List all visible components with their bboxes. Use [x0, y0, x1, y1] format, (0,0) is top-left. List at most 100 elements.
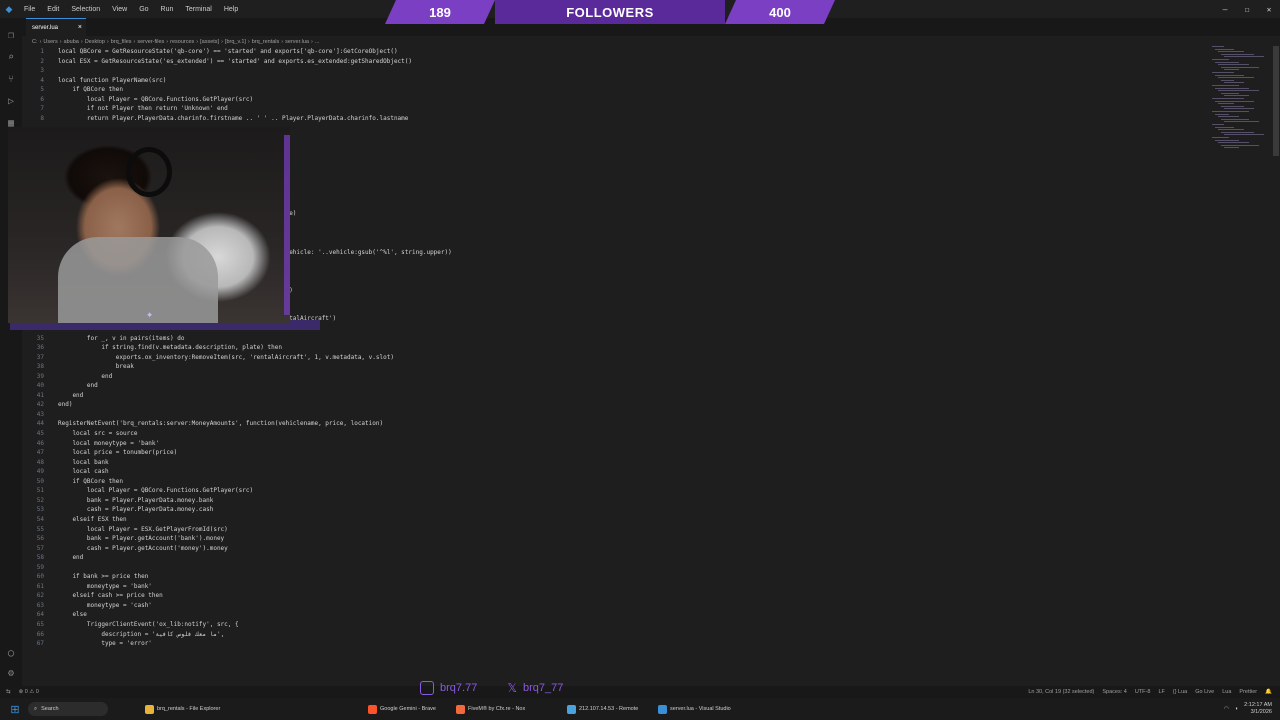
breadcrumb-item[interactable]: ... [315, 39, 320, 45]
breadcrumb-item[interactable]: server-files [137, 39, 164, 45]
lua-server[interactable]: Lua [1222, 689, 1231, 695]
line-number: 6 [40, 95, 44, 103]
code-line[interactable]: 46 local moneytype = 'bank' [22, 439, 1212, 449]
run-debug-icon[interactable]: ▷ [4, 94, 18, 108]
code-line[interactable]: 8 return Player.PlayerData.charinfo.firs… [22, 114, 1212, 124]
language-mode[interactable]: {} Lua [1173, 689, 1187, 695]
code-line[interactable]: 2 local ESX = GetResourceState('es_extend… [22, 57, 1212, 67]
code-line[interactable]: 1 local QBCore = GetResourceState('qb-cor… [22, 47, 1212, 57]
remote-icon[interactable]: ⇆ [6, 689, 11, 695]
breadcrumb-item[interactable]: Users [43, 39, 57, 45]
encoding[interactable]: UTF-8 [1135, 689, 1151, 695]
code-line[interactable]: 50 if QBCore then [22, 477, 1212, 487]
code-line[interactable]: 45 local src = source [22, 429, 1212, 439]
notifications-bell-icon[interactable]: 🔔 [1265, 689, 1272, 695]
taskbar-app[interactable]: Google Gemini - Brave [368, 701, 436, 717]
taskbar-app[interactable]: brq_rentals - File Explorer [145, 701, 220, 717]
settings-gear-icon[interactable]: ⚙ [4, 666, 18, 680]
line-ending[interactable]: LF [1158, 689, 1164, 695]
minimize-icon[interactable]: — [1214, 0, 1236, 18]
taskbar-app[interactable]: FiveM® by Cfx.re - Nox [456, 701, 525, 717]
code-line[interactable]: 66 description = 'ما معك فلوس كافية', [22, 630, 1212, 640]
account-icon[interactable]: ◯ [4, 646, 18, 660]
menu-go[interactable]: Go [133, 6, 154, 13]
menu-selection[interactable]: Selection [65, 6, 106, 13]
source-control-icon[interactable]: ⑂ [4, 72, 18, 86]
taskbar-app[interactable]: server.lua - Visual Studio [658, 701, 731, 717]
code-text: local price = tonumber(price) [58, 449, 178, 457]
code-line[interactable]: 54 elseif ESX then [22, 515, 1212, 525]
breadcrumb-item[interactable]: server.lua [285, 39, 309, 45]
menu-view[interactable]: View [106, 6, 133, 13]
breadcrumb-item[interactable]: abuba [64, 39, 79, 45]
cursor-position[interactable]: Ln 30, Col 19 (32 selected) [1028, 689, 1094, 695]
code-line[interactable]: 48 local bank [22, 458, 1212, 468]
go-live[interactable]: Go Live [1195, 689, 1214, 695]
minimap[interactable] [1212, 46, 1270, 166]
breadcrumb-item[interactable]: Desktop [85, 39, 105, 45]
maximize-icon[interactable]: ☐ [1236, 0, 1258, 18]
taskbar-search[interactable]: ⌕ Search [28, 702, 108, 716]
code-line[interactable]: 4 local function PlayerName(src) [22, 76, 1212, 86]
code-line[interactable]: 57 cash = Player.getAccount('money').mon… [22, 544, 1212, 554]
menu-run[interactable]: Run [155, 6, 180, 13]
volume-icon[interactable]: ◖ [1235, 706, 1238, 712]
problems-count[interactable]: ⊗ 0 ⚠ 0 [19, 689, 39, 695]
code-line[interactable]: 56 bank = Player.getAccount('bank').mone… [22, 534, 1212, 544]
tab-server-lua[interactable]: server.lua × [26, 18, 86, 36]
search-icon[interactable]: ⌕ [4, 50, 18, 64]
close-window-icon[interactable]: ✕ [1258, 0, 1280, 18]
prettier[interactable]: Prettier [1239, 689, 1257, 695]
menu-help[interactable]: Help [218, 6, 244, 13]
breadcrumb-item[interactable]: C: [32, 39, 38, 45]
code-line[interactable]: 55 local Player = ESX.GetPlayerFromId(sr… [22, 525, 1212, 535]
code-line[interactable]: 42 end) [22, 400, 1212, 410]
code-line[interactable]: 53 cash = Player.PlayerData.money.cash [22, 505, 1212, 515]
clock[interactable]: 2:12:17 AM 3/1/2026 [1244, 702, 1272, 716]
code-text: local ESX = GetResourceState('es_extende… [58, 57, 413, 65]
code-line[interactable]: 58 end [22, 553, 1212, 563]
code-line[interactable]: 49 local cash [22, 467, 1212, 477]
taskbar-app[interactable]: 212.107.14.53 - Remote [567, 701, 638, 717]
code-line[interactable]: 41 end [22, 391, 1212, 401]
menu-edit[interactable]: Edit [41, 6, 65, 13]
code-line[interactable]: 60 if bank >= price then [22, 572, 1212, 582]
code-line[interactable]: 52 bank = Player.PlayerData.money.bank [22, 496, 1212, 506]
code-text: bank = Player.PlayerData.money.bank [58, 496, 214, 504]
code-line[interactable]: 65 TriggerClientEvent('ox_lib:notify', s… [22, 620, 1212, 630]
code-line[interactable]: 67 type = 'error' [22, 639, 1212, 649]
scrollbar-thumb[interactable] [1273, 46, 1279, 156]
menu-file[interactable]: File [18, 6, 41, 13]
line-number: 38 [36, 363, 44, 371]
code-line[interactable]: 40 end [22, 381, 1212, 391]
code-line[interactable]: 64 else [22, 610, 1212, 620]
code-line[interactable]: 61 moneytype = 'bank' [22, 582, 1212, 592]
breadcrumb-item[interactable]: [brq_v.1] [225, 39, 246, 45]
code-line[interactable]: 5 if QBCore then [22, 85, 1212, 95]
code-line[interactable]: 39 end [22, 372, 1212, 382]
close-tab-icon[interactable]: × [78, 24, 82, 31]
code-line[interactable]: 37 exports.ox_inventory:RemoveItem(src, … [22, 353, 1212, 363]
code-line[interactable]: 3 [22, 66, 1212, 76]
breadcrumb-item[interactable]: resources [170, 39, 194, 45]
windows-start-icon[interactable]: ⊞ [8, 702, 22, 716]
menu-terminal[interactable]: Terminal [179, 6, 217, 13]
breadcrumb-item[interactable]: [assets] [200, 39, 219, 45]
code-line[interactable]: 38 break [22, 362, 1212, 372]
breadcrumb-item[interactable]: brq_files [111, 39, 132, 45]
breadcrumb-item[interactable]: brq_rentals [252, 39, 280, 45]
wifi-icon[interactable]: ◠ [1224, 706, 1229, 712]
explorer-icon[interactable]: ❐ [4, 28, 18, 42]
code-line[interactable]: 51 local Player = QBCore.Functions.GetPl… [22, 486, 1212, 496]
code-line[interactable]: 63 moneytype = 'cash' [22, 601, 1212, 611]
code-line[interactable]: 62 elseif cash >= price then [22, 591, 1212, 601]
code-line[interactable]: 44 RegisterNetEvent('brq_rentals:server:M… [22, 419, 1212, 429]
indentation[interactable]: Spaces: 4 [1102, 689, 1126, 695]
code-line[interactable]: 36 if string.find(v.metadata.description… [22, 343, 1212, 353]
code-line[interactable]: 59 [22, 563, 1212, 573]
code-line[interactable]: 43 [22, 410, 1212, 420]
code-line[interactable]: 47 local price = tonumber(price) [22, 448, 1212, 458]
code-line[interactable]: 35 for _, v in pairs(items) do [22, 334, 1212, 344]
code-line[interactable]: 7 if not Player then return 'Unknown' en… [22, 104, 1212, 114]
code-line[interactable]: 6 local Player = QBCore.Functions.GetPla… [22, 95, 1212, 105]
